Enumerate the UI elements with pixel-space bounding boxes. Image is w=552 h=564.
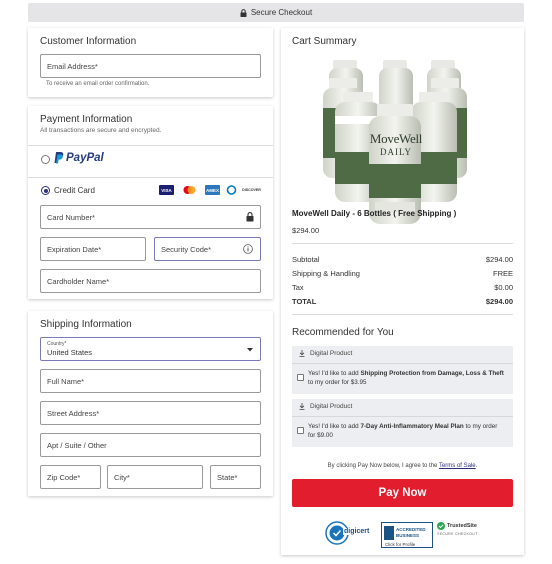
secure-checkout-label: Secure Checkout	[250, 8, 313, 17]
shipping-protection-checkbox[interactable]	[297, 374, 304, 381]
download-icon	[299, 350, 305, 357]
lock-icon	[240, 8, 247, 17]
product-image: MoveWell DAILY	[319, 56, 474, 226]
paypal-logo[interactable]: PayPal	[54, 152, 104, 164]
product-name: MoveWell Daily - 6 Bottles ( Free Shippi…	[292, 209, 457, 218]
divider	[292, 416, 513, 417]
customer-info-title: Customer Information	[40, 36, 137, 47]
mastercard-icon	[182, 185, 197, 195]
card-number-field[interactable]: Card Number*	[40, 205, 261, 229]
customer-info-card: Customer Information Email Address* To r…	[28, 28, 273, 97]
divider	[28, 177, 273, 178]
bottle-front-center	[369, 104, 421, 224]
shipping-info-card: Shipping Information Country* United Sta…	[28, 311, 273, 496]
recommended-item: Digital Product Yes! I'd like to add Shi…	[292, 346, 513, 394]
country-value: United States	[47, 348, 93, 357]
divider	[292, 363, 513, 364]
trustedsite-label: TrustedSite	[447, 523, 477, 529]
cart-summary-card: Cart Summary MoveWell DAILY MoveWell Dai…	[281, 28, 524, 555]
email-hint: To receive an email order confirmation.	[46, 81, 150, 87]
credit-card-radio[interactable]	[41, 186, 50, 195]
trustedsite-badge[interactable]: TrustedSite SECURE CHECKOUT	[437, 522, 479, 544]
country-select[interactable]: Country* United States	[40, 337, 261, 361]
meal-plan-text: Yes! I'd like to add 7-Day Anti-Inflamma…	[308, 423, 498, 439]
visa-icon: VISA	[159, 185, 174, 195]
cardholder-name-field[interactable]: Cardholder Name*	[40, 269, 261, 293]
lock-icon	[246, 212, 254, 222]
digicert-badge[interactable]: digicert	[325, 520, 371, 546]
recommended-item: Digital Product Yes! I'd like to add 7-D…	[292, 399, 513, 447]
digicert-label: digicert	[343, 528, 371, 535]
security-code-field[interactable]: Security Code*	[154, 237, 261, 261]
payment-info-title: Payment Information	[40, 114, 133, 125]
paypal-radio[interactable]	[41, 155, 50, 164]
city-field[interactable]: City*	[107, 465, 203, 489]
secure-checkout-bar: Secure Checkout	[28, 3, 524, 22]
shipping-row: Shipping & Handling FREE	[292, 269, 513, 278]
tax-row: Tax $0.00	[292, 283, 513, 292]
discover-icon: DISCOVER	[242, 185, 261, 195]
paypal-icon	[54, 152, 64, 164]
divider	[292, 314, 513, 315]
meal-plan-checkbox[interactable]	[297, 427, 304, 434]
shipping-info-title: Shipping Information	[40, 319, 132, 330]
country-label: Country*	[47, 341, 67, 347]
zip-code-field[interactable]: Zip Code*	[40, 465, 101, 489]
digital-product-tag: Digital Product	[299, 350, 352, 357]
amex-icon: AMEX	[205, 185, 220, 195]
divider	[292, 243, 513, 244]
apt-suite-field[interactable]: Apt / Suite / Other	[40, 433, 261, 457]
chevron-down-icon	[247, 348, 253, 352]
subtotal-row: Subtotal $294.00	[292, 255, 513, 264]
pay-now-button[interactable]: Pay Now	[292, 479, 513, 507]
bbb-accredited: ACCREDITED	[396, 527, 426, 532]
credit-card-label[interactable]: Credit Card	[54, 186, 95, 195]
email-field[interactable]: Email Address*	[40, 54, 261, 78]
expiration-date-field[interactable]: Expiration Date*	[40, 237, 146, 261]
state-field[interactable]: State*	[210, 465, 261, 489]
street-address-field[interactable]: Street Address*	[40, 401, 261, 425]
recommended-title: Recommended for You	[292, 327, 394, 338]
download-icon	[299, 403, 305, 410]
total-row: TOTAL $294.00	[292, 297, 513, 306]
bbb-click-profile[interactable]: Click for Profile	[385, 542, 415, 547]
product-price: $294.00	[292, 226, 320, 235]
cart-summary-title: Cart Summary	[292, 36, 357, 47]
terms-of-sale-link[interactable]: Terms of Sale	[439, 463, 476, 469]
divider	[28, 145, 273, 146]
bbb-business: BUSINESS	[396, 533, 420, 538]
product-sub-label: DAILY	[379, 147, 413, 157]
trustedsite-sub: SECURE CHECKOUT	[437, 532, 478, 536]
terms-text: By clicking Pay Now below, I agree to th…	[327, 463, 478, 469]
checkmark-icon	[437, 522, 445, 530]
paypal-label: PayPal	[66, 152, 104, 164]
diners-icon	[224, 185, 239, 195]
shipping-protection-text: Yes! I'd like to add Shipping Protection…	[308, 370, 504, 386]
digital-product-tag: Digital Product	[299, 403, 352, 410]
payment-info-subtitle: All transactions are secure and encrypte…	[40, 127, 162, 134]
payment-info-card: Payment Information All transactions are…	[28, 106, 273, 299]
full-name-field[interactable]: Full Name*	[40, 369, 261, 393]
info-icon[interactable]	[243, 244, 253, 254]
product-brand-label: MoveWell	[369, 131, 423, 146]
bbb-logo-icon	[384, 526, 394, 540]
